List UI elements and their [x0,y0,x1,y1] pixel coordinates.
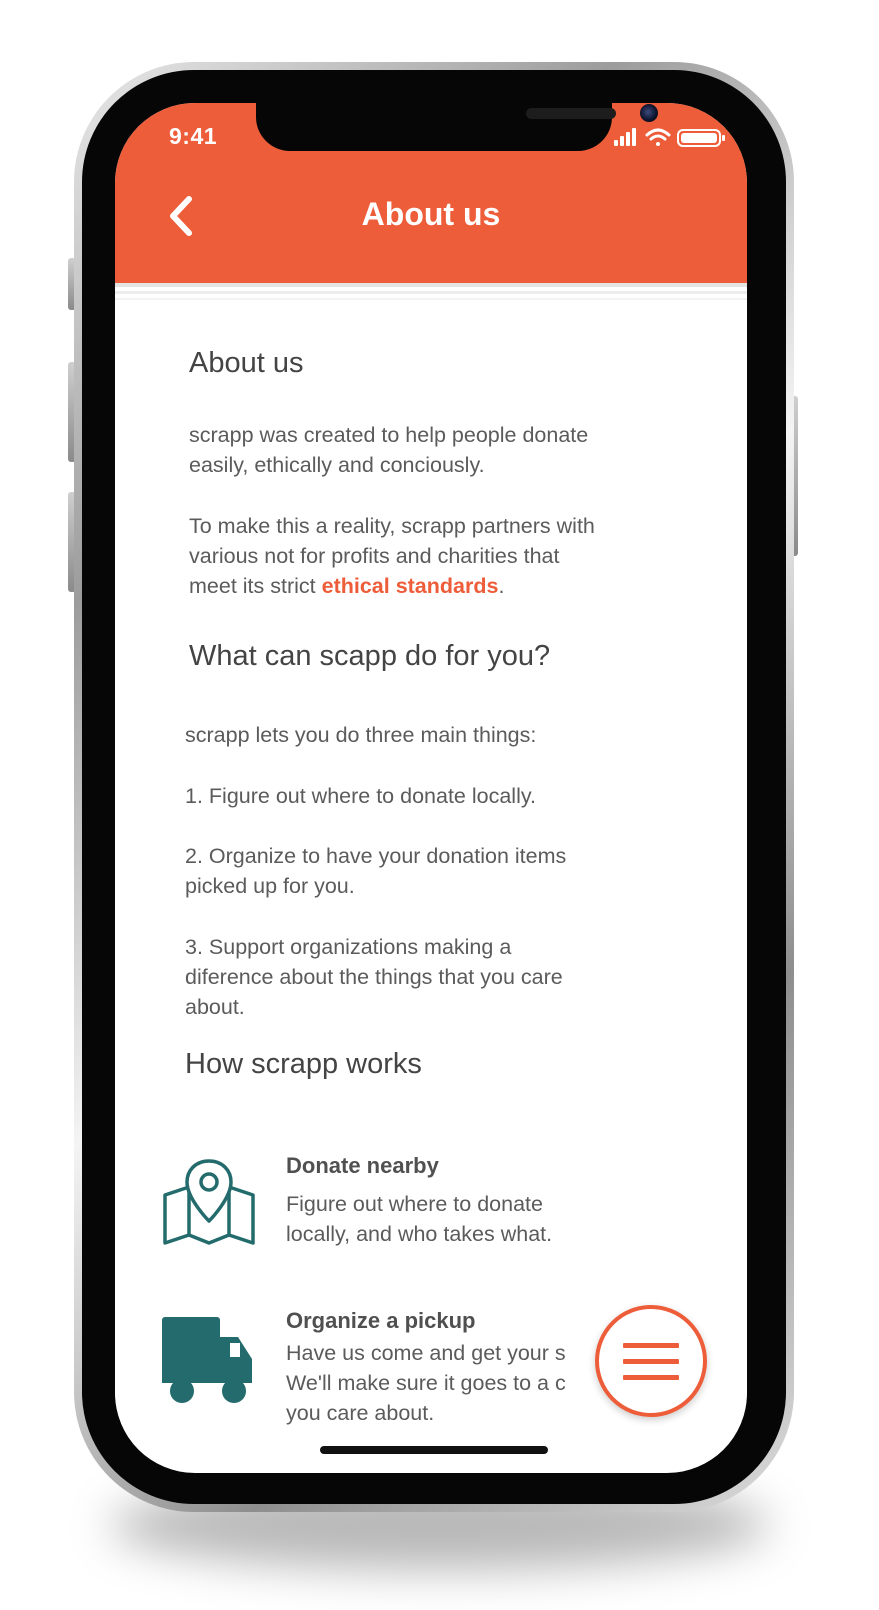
what-item-3-line: about. [185,995,245,1019]
feature-desc-line: locally, and who takes what. [286,1222,553,1246]
app-screen: 9:41 About us About us scrapp was create… [115,103,747,1473]
menu-button[interactable] [595,1305,707,1417]
menu-bar [623,1375,679,1380]
what-item-3-line: 3. Support organizations making a [185,935,512,959]
section-heading-how: How scrapp works [185,1048,422,1080]
about-paragraph-2-line: To make this a reality, scrapp partners … [189,514,595,538]
what-item-2: 2. Organize to have your donation items … [185,841,566,901]
wifi-icon [645,128,671,146]
menu-bar [623,1343,679,1348]
section-heading-what: What can scapp do for you? [189,640,551,672]
page-title: About us [361,196,501,232]
home-indicator[interactable] [320,1446,548,1454]
feature-desc-line: Figure out where to donate [286,1192,543,1216]
truck-icon [160,1315,256,1412]
front-camera [640,104,658,122]
feature-desc-line: Have us come and get your s [286,1341,566,1365]
what-item-3: 3. Support organizations making a difere… [185,932,563,1022]
menu-bar [623,1359,679,1364]
feature-desc-donate-nearby: Figure out where to donate locally, and … [286,1189,552,1249]
signal-icon [614,128,636,146]
feature-desc-line: We'll make sure it goes to a c [286,1371,566,1395]
what-item-2-line: 2. Organize to have your donation items [185,844,567,868]
speaker-grille [526,108,616,119]
phone-notch [256,103,658,151]
about-paragraph-1-line: scrapp was created to help people donate [189,423,589,447]
what-item-2-line: picked up for you. [185,874,355,898]
text-span: . [498,574,505,598]
feature-desc-organize-pickup: Have us come and get your s We'll make s… [286,1338,566,1428]
status-icons [612,125,732,149]
what-item-3-line: diference about the things that you care [185,965,563,989]
header-divider [115,298,747,300]
about-paragraph-2-line: various not for profits and charities th… [189,544,560,568]
feature-title-organize-pickup: Organize a pickup [286,1308,476,1333]
text-span: meet its strict [189,574,322,598]
app-header: 9:41 About us [115,103,747,283]
header-divider [115,291,747,294]
what-intro: scrapp lets you do three main things: [185,723,537,747]
feature-desc-line: you care about. [286,1401,435,1425]
about-paragraph-2: To make this a reality, scrapp partners … [189,511,595,601]
about-paragraph-1: scrapp was created to help people donate… [189,420,588,480]
feature-title-donate-nearby: Donate nearby [286,1153,439,1178]
map-pin-icon [161,1155,257,1252]
header-divider [115,283,747,287]
about-paragraph-1-line: easily, ethically and conciously. [189,453,485,477]
about-paragraph-2-line: meet its strict ethical standards. [189,571,595,601]
what-item-1: 1. Figure out where to donate locally. [185,784,536,808]
ethical-standards-link[interactable]: ethical standards [322,574,499,598]
battery-icon [677,129,725,147]
status-time: 9:41 [169,123,218,149]
section-heading-about: About us [189,347,304,379]
